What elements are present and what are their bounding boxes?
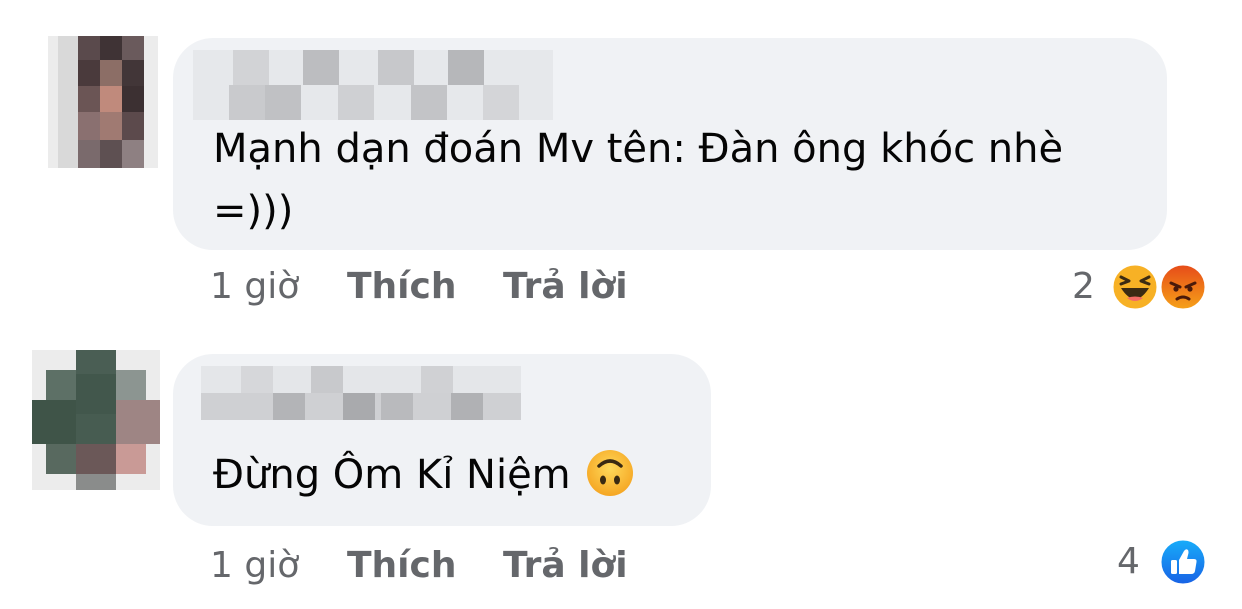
comment-bubble[interactable]: Đừng Ôm Kỉ Niệm xyxy=(173,354,711,526)
comment-time[interactable]: 1 giờ xyxy=(210,265,299,309)
comment-bubble[interactable]: Mạnh dạn đoán Mv tên: Đàn ông khóc nhè =… xyxy=(173,38,1167,250)
comment: Đừng Ôm Kỉ Niệm 1 giờ Thích Trả lời 4 xyxy=(0,330,1242,609)
haha-icon xyxy=(1110,262,1160,312)
comment-text: Đừng Ôm Kỉ Niệm xyxy=(213,444,693,506)
like-button[interactable]: Thích xyxy=(347,544,457,588)
comment-text-content: Đừng Ôm Kỉ Niệm xyxy=(213,452,571,498)
author-name-redacted[interactable] xyxy=(193,50,553,120)
like-button[interactable]: Thích xyxy=(347,265,457,309)
avatar[interactable] xyxy=(48,36,158,168)
reaction-count: 2 xyxy=(1072,266,1095,307)
like-icon xyxy=(1158,537,1208,587)
reply-button[interactable]: Trả lời xyxy=(503,544,628,588)
upside-down-face-icon xyxy=(586,450,633,496)
avatar[interactable] xyxy=(32,350,160,490)
comment: Mạnh dạn đoán Mv tên: Đàn ông khóc nhè =… xyxy=(0,0,1242,330)
reaction-count: 4 xyxy=(1117,541,1140,582)
author-name-redacted[interactable] xyxy=(201,366,521,420)
comment-text: Mạnh dạn đoán Mv tên: Đàn ông khóc nhè =… xyxy=(213,126,1064,234)
angry-icon xyxy=(1158,262,1208,312)
comment-time[interactable]: 1 giờ xyxy=(210,544,299,588)
reply-button[interactable]: Trả lời xyxy=(503,265,628,309)
